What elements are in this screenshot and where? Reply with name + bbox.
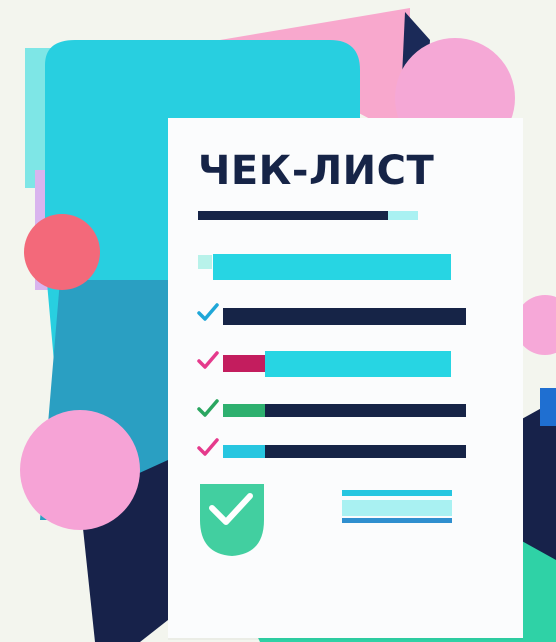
footer-bar-bottom	[342, 518, 452, 523]
check-badge-icon	[200, 484, 264, 556]
checklist-title: ЧЕК-ЛИСТ	[198, 148, 435, 194]
checkmark-icon	[197, 351, 219, 369]
row-3-accent-bar	[223, 355, 265, 372]
row-4-accent-bar	[223, 404, 265, 417]
checkmark-icon	[197, 303, 219, 321]
row-3-bar	[265, 351, 451, 377]
row-5-accent-bar	[223, 445, 265, 458]
row-1-marker	[198, 255, 212, 269]
title-underline-accent	[388, 211, 418, 220]
title-underline-bar	[198, 211, 388, 220]
blue-edge-shape	[540, 388, 556, 426]
row-2-bar	[223, 308, 466, 325]
checkmark-icon	[197, 399, 219, 417]
row-5-bar	[265, 445, 466, 458]
footer-bar-top	[342, 490, 452, 496]
coral-circle-shape	[24, 214, 100, 290]
row-4-bar	[265, 404, 466, 417]
pink-circle-left-shape	[20, 410, 140, 530]
checklist-illustration: ЧЕК-ЛИСТ	[0, 0, 556, 642]
checkmark-icon	[197, 438, 219, 456]
row-1-bar	[213, 254, 451, 280]
footer-bar-middle	[342, 500, 452, 516]
checklist-paper	[168, 118, 523, 638]
